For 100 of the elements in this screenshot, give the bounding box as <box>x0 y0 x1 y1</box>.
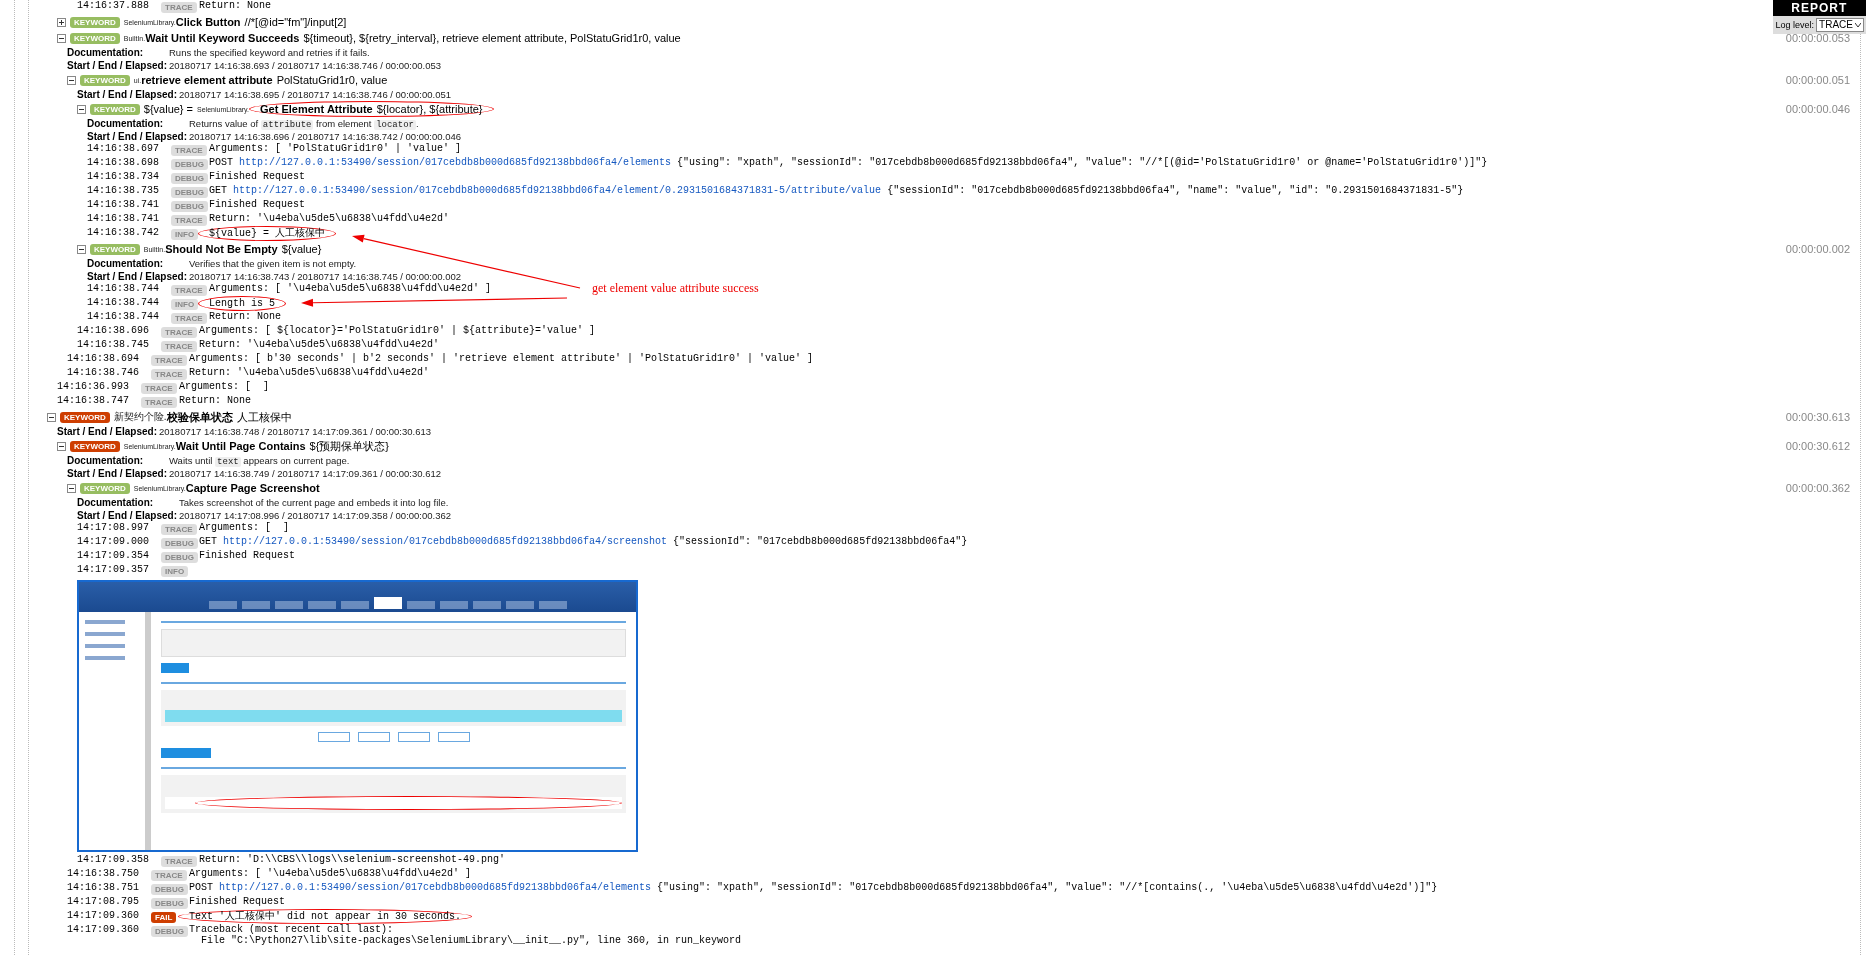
documentation-text: Runs the specified keyword and retries if it fails. <box>169 47 370 58</box>
keyword-arguments: ${预期保单状态} <box>309 438 390 454</box>
message-text: Arguments: [ ] <box>179 381 269 392</box>
message-link[interactable]: http://127.0.0.1:53490/session/017cebdb8b000d685fd92138bbd06fa4/screenshot <box>223 536 668 547</box>
timestamp: 14:16:38.745 <box>77 339 150 350</box>
collapse-icon[interactable] <box>77 104 86 114</box>
message-text: Return: '\u4eba\u5de5\u6838\u4fdd\u4e2d' <box>199 339 440 350</box>
message-link[interactable]: http://127.0.0.1:53490/session/017cebdb8b000d685fd92138bbd06fa4/element/0.2931501684371831-5/attribute/value <box>233 185 882 196</box>
keyword-name[interactable]: Get Element Attribute <box>260 103 373 115</box>
documentation-text: Waits until text appears on current page. <box>169 454 350 467</box>
times-label: Start / End / Elapsed: <box>77 510 179 521</box>
log-level-badge: TRACE <box>161 523 197 535</box>
timestamp: 14:16:37.888 <box>77 0 150 11</box>
log-level-badge: TRACE <box>171 214 207 226</box>
times-value: 20180717 14:16:38.743 / 20180717 14:16:38.745 / 00:00:00.002 <box>189 271 462 282</box>
log-level-badge: DEBUG <box>171 200 208 212</box>
timestamp: 14:16:38.742 <box>87 227 160 238</box>
expand-icon[interactable] <box>57 17 66 27</box>
message-link[interactable]: http://127.0.0.1:53490/session/017cebdb8b000d685fd92138bbd06fa4/elements <box>219 882 652 893</box>
log-level-badge: TRACE <box>151 869 187 881</box>
log-level-badge: DEBUG <box>151 925 188 937</box>
message-text: Arguments: [ ${locator}='PolStatuGrid1r0' | ${attribute}='value' ] <box>199 325 596 336</box>
message-text: Arguments: [ '\u4eba\u5de5\u6838\u4fdd\u4e2d' ] <box>209 283 492 294</box>
keyword-badge: KEYWORD <box>90 243 140 255</box>
collapse-icon[interactable] <box>57 441 66 451</box>
keyword-name[interactable]: retrieve element attribute <box>141 74 273 86</box>
collapse-icon[interactable] <box>67 483 76 493</box>
log-level-label: Log level: <box>1775 20 1815 30</box>
message-text: Arguments: [ b'30 seconds' | b'2 seconds' | 'retrieve element attribute' | 'PolStatuGrid1r0' | 'value' ] <box>189 353 814 364</box>
doc-label: Documentation: <box>67 455 145 466</box>
timestamp: 14:16:38.697 <box>87 143 160 154</box>
keyword-badge: KEYWORD <box>90 103 140 115</box>
log-level-badge: INFO <box>161 565 189 577</box>
message-text: Arguments: [ ] <box>199 522 289 533</box>
log-level-badge: TRACE <box>171 284 207 296</box>
message-text: Finished Request <box>209 199 305 210</box>
times-value: 20180717 14:16:38.749 / 20180717 14:17:09.361 / 00:00:30.612 <box>169 468 442 479</box>
collapse-icon[interactable] <box>47 412 56 422</box>
timestamp: 14:16:38.746 <box>67 367 140 378</box>
message-link[interactable]: http://127.0.0.1:53490/session/017cebdb8b000d685fd92138bbd06fa4/elements <box>239 157 672 168</box>
message-text: GET http://127.0.0.1:53490/session/017cebdb8b000d685fd92138bbd06fa4/element/0.2931501684371831-5/attribute/value {"sessionId": "017cebdb8b000d685fd92138bbd06fa4", "name": "value", "id": "0.2931501684371831-5"} <box>209 185 1464 196</box>
timestamp: 14:17:08.795 <box>67 896 140 907</box>
message-text: Traceback (most recent call last): File "C:\Python27\lib\site-packages\SeleniumLibrary\__init__.py", line 360, in run_keyword <box>189 924 742 946</box>
keyword-arguments: ${value} <box>281 243 322 255</box>
log-level-badge: DEBUG <box>171 158 208 170</box>
message-text: GET http://127.0.0.1:53490/session/017cebdb8b000d685fd92138bbd06fa4/screenshot {"sessionId": "017cebdb8b000d685fd92138bbd06fa4"} <box>199 536 968 547</box>
keyword-badge: KEYWORD <box>70 32 120 44</box>
times-value: 20180717 14:16:38.696 / 20180717 14:16:38.742 / 00:00:00.046 <box>189 131 462 142</box>
keyword-badge: KEYWORD <box>60 411 110 423</box>
keyword-arguments: 人工核保中 <box>236 409 292 425</box>
times-value: 20180717 14:16:38.693 / 20180717 14:16:38.746 / 00:00:00.053 <box>169 60 442 71</box>
timestamp: 14:17:09.360 <box>67 910 140 921</box>
elapsed-time: 00:00:00.053 <box>1785 32 1850 44</box>
elapsed-time: 00:00:00.002 <box>1785 243 1850 255</box>
log-level-badge: DEBUG <box>161 551 198 563</box>
log-level-badge: TRACE <box>161 326 197 338</box>
elapsed-time: 00:00:00.046 <box>1785 103 1850 115</box>
keyword-arguments: ${timeout}, ${retry_interval}, retrieve element attribute, PolStatuGrid1r0, value <box>303 32 681 44</box>
timestamp: 14:16:38.747 <box>57 395 130 406</box>
message-text: POST http://127.0.0.1:53490/session/017cebdb8b000d685fd92138bbd06fa4/elements {"using": "xpath", "sessionId": "017cebdb8b000d685fd92138bbd06fa4", "value": "//*[(@id='PolStatuGrid1r0' or @name='PolStatuGrid1r0')]"} <box>209 157 1488 168</box>
log-level-badge: TRACE <box>141 382 177 394</box>
collapse-icon[interactable] <box>57 33 66 43</box>
keyword-arguments: //*[@id="fm"]/input[2] <box>244 16 347 28</box>
message-text: Finished Request <box>209 171 305 182</box>
collapse-icon[interactable] <box>67 75 76 85</box>
report-link[interactable]: REPORT <box>1772 0 1866 16</box>
library-name: 新契约个险. <box>113 410 167 422</box>
keyword-name[interactable]: 校验保单状态 <box>166 409 233 425</box>
assignment-text: ${value} = <box>143 103 194 115</box>
message-text: Return: None <box>199 0 271 11</box>
timestamp: 14:17:09.358 <box>77 854 150 865</box>
log-level-badge: DEBUG <box>171 186 208 198</box>
log-level-badge: TRACE <box>161 340 197 352</box>
timestamp: 14:16:38.698 <box>87 157 160 168</box>
log-level-select[interactable]: TRACE <box>1816 18 1864 32</box>
times-value: 20180717 14:16:38.695 / 20180717 14:16:38.746 / 00:00:00.051 <box>179 89 452 100</box>
log-level-badge: TRACE <box>151 368 187 380</box>
timestamp: 14:16:38.751 <box>67 882 140 893</box>
keyword-arguments: ${locator}, ${attribute} <box>376 103 483 115</box>
log-level-badge: DEBUG <box>161 537 198 549</box>
message-text: Arguments: [ '\u4eba\u5de5\u6838\u4fdd\u4e2d' ] <box>189 868 472 879</box>
keyword-name[interactable]: Wait Until Keyword Succeeds <box>145 32 300 44</box>
message-text: Return: 'D:\\CBS\\logs\\selenium-screenshot-49.png' <box>199 854 506 865</box>
timestamp: 14:17:08.997 <box>77 522 150 533</box>
log-level-badge: INFO <box>171 228 199 240</box>
times-label: Start / End / Elapsed: <box>57 426 159 437</box>
keyword-badge: KEYWORD <box>70 16 120 28</box>
log-level-badge: TRACE <box>171 144 207 156</box>
times-value: 20180717 14:17:08.996 / 20180717 14:17:09.358 / 00:00:00.362 <box>179 510 452 521</box>
message-text: Finished Request <box>199 550 295 561</box>
timestamp: 14:17:09.354 <box>77 550 150 561</box>
message-text: Arguments: [ 'PolStatuGrid1r0' | 'value' ] <box>209 143 462 154</box>
log-level-badge: FAIL <box>151 911 177 923</box>
timestamp: 14:16:38.741 <box>87 199 160 210</box>
elapsed-time: 00:00:00.362 <box>1785 482 1850 494</box>
collapse-icon[interactable] <box>77 244 86 254</box>
elapsed-time: 00:00:00.051 <box>1785 74 1850 86</box>
message-text: Return: None <box>179 395 251 406</box>
doc-label: Documentation: <box>87 118 165 129</box>
keyword-name[interactable]: Should Not Be Empty <box>165 243 278 255</box>
